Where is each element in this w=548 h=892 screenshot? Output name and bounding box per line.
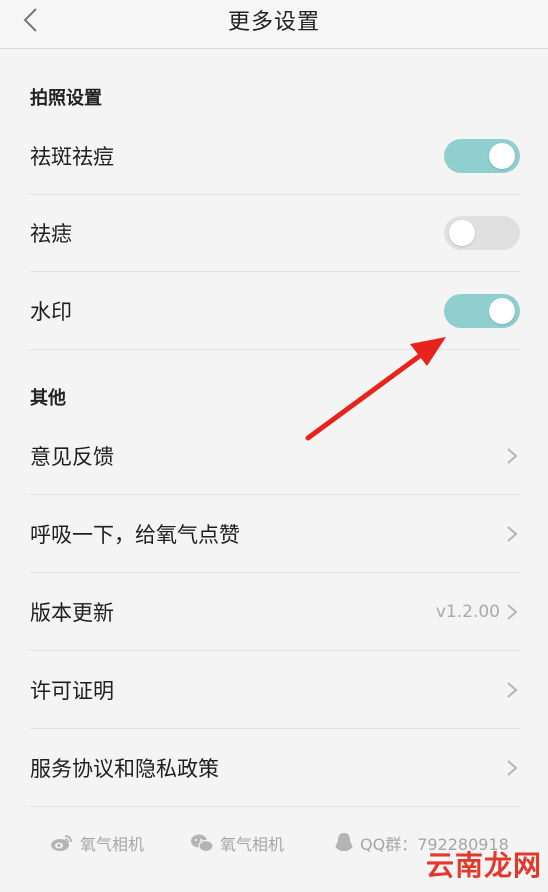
chevron-right-icon bbox=[507, 760, 518, 776]
chevron-right-icon bbox=[507, 682, 518, 698]
row-label: 祛斑祛痘 bbox=[30, 145, 114, 169]
row-mole: 祛痣 bbox=[30, 195, 520, 272]
chevron-right-icon bbox=[507, 526, 518, 542]
row-label: 水印 bbox=[30, 300, 72, 324]
row-update[interactable]: 版本更新 v1.2.00 bbox=[30, 574, 520, 651]
row-like[interactable]: 呼吸一下，给氧气点赞 bbox=[30, 496, 520, 573]
row-label: 服务协议和隐私政策 bbox=[30, 757, 219, 781]
section-title-camera: 拍照设置 bbox=[30, 88, 102, 109]
toggle-watermark[interactable] bbox=[444, 294, 520, 328]
row-feedback[interactable]: 意见反馈 bbox=[30, 418, 520, 495]
row-label: 许可证明 bbox=[30, 679, 114, 703]
page-title: 更多设置 bbox=[227, 10, 320, 35]
row-label: 意见反馈 bbox=[30, 445, 114, 469]
qq-icon bbox=[335, 833, 353, 851]
toggle-knob bbox=[449, 220, 475, 246]
footer-weibo-label: 氧气相机 bbox=[80, 835, 145, 854]
row-label: 版本更新 bbox=[30, 601, 114, 625]
section-title-other: 其他 bbox=[30, 388, 66, 409]
wechat-icon bbox=[191, 834, 214, 853]
footer-wechat-label: 氧气相机 bbox=[220, 835, 285, 854]
chevron-right-icon bbox=[507, 448, 518, 464]
site-watermark: 云南龙网 bbox=[425, 849, 542, 882]
row-label: 呼吸一下，给氧气点赞 bbox=[30, 523, 240, 547]
toggle-mole[interactable] bbox=[444, 216, 520, 250]
row-license[interactable]: 许可证明 bbox=[30, 652, 520, 729]
toggle-knob bbox=[489, 143, 515, 169]
toggle-knob bbox=[489, 298, 515, 324]
row-blemish: 祛斑祛痘 bbox=[30, 118, 520, 195]
row-privacy[interactable]: 服务协议和隐私政策 bbox=[30, 730, 520, 807]
toggle-blemish[interactable] bbox=[444, 139, 520, 173]
footer-wechat[interactable]: 氧气相机 bbox=[190, 826, 284, 860]
header-bar: 更多设置 bbox=[0, 0, 548, 49]
row-watermark: 水印 bbox=[30, 273, 520, 350]
footer-weibo[interactable]: 氧气相机 bbox=[50, 826, 144, 860]
version-value: v1.2.00 bbox=[435, 602, 500, 622]
chevron-right-icon bbox=[507, 604, 518, 620]
row-label: 祛痣 bbox=[30, 222, 72, 246]
weibo-icon bbox=[51, 835, 72, 851]
